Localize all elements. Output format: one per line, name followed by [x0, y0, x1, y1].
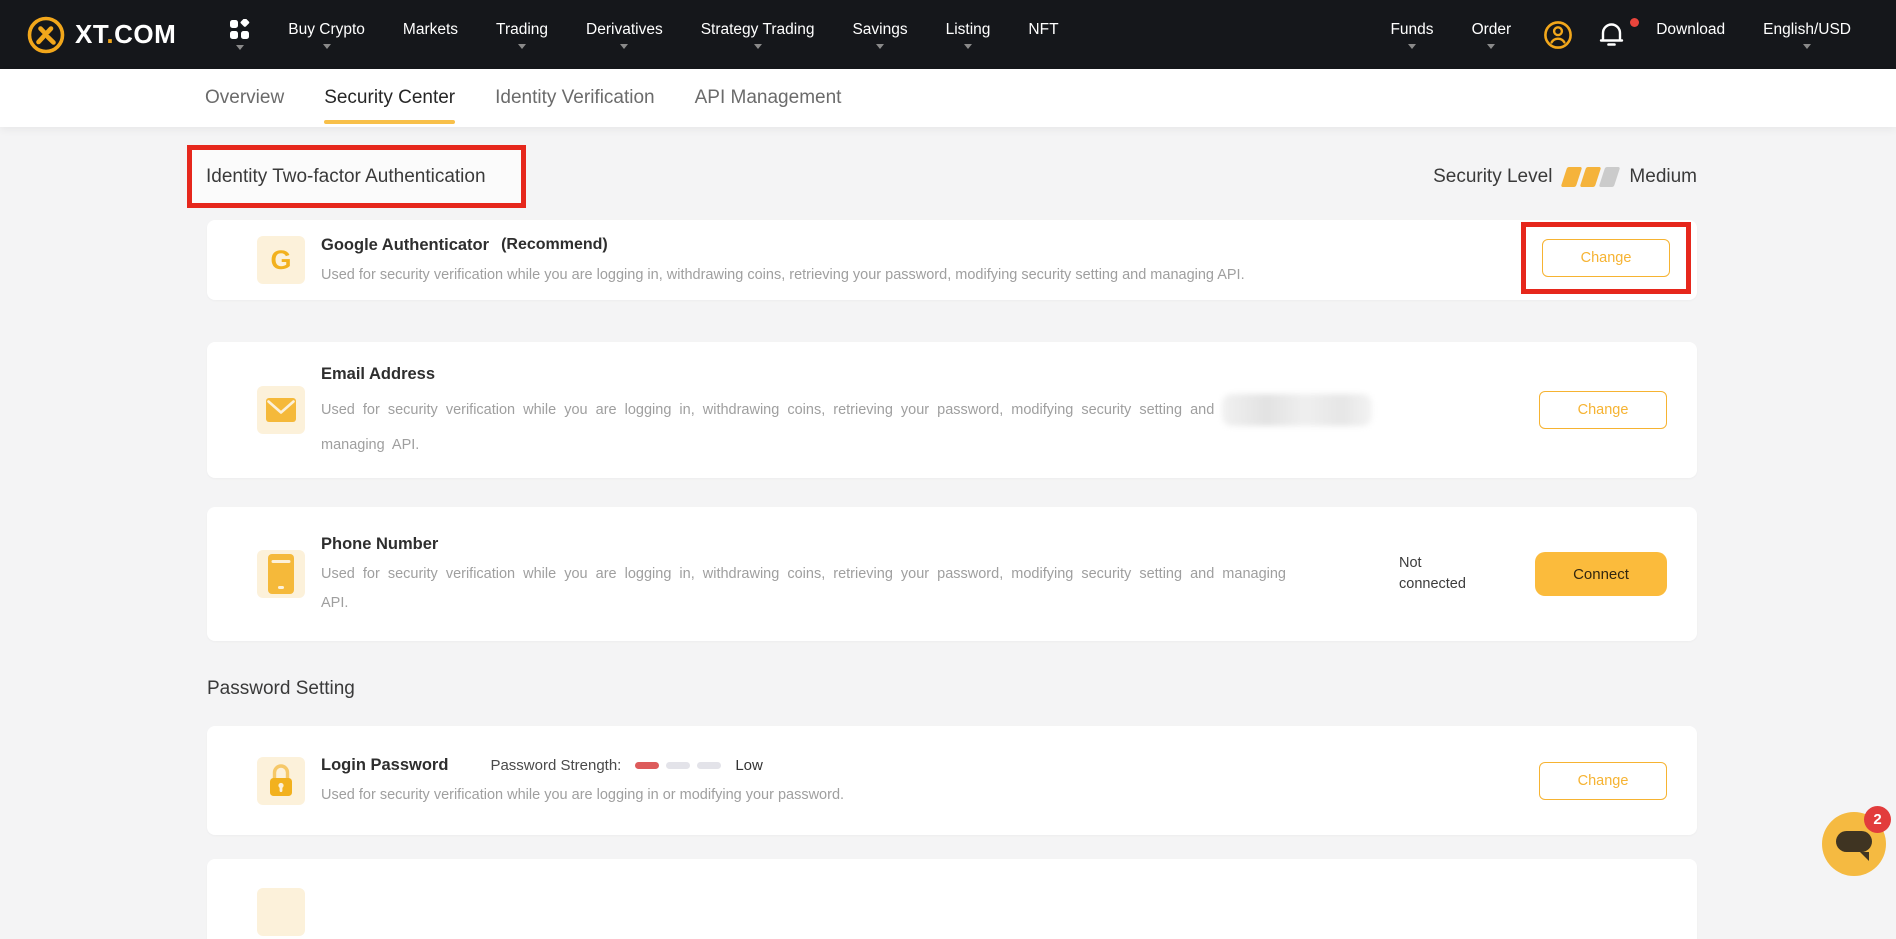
chevron-down-icon [620, 44, 628, 49]
notifications-button[interactable] [1586, 21, 1637, 48]
nav-right-group: Funds Order Download English/US [1371, 20, 1870, 50]
tab-overview[interactable]: Overview [205, 69, 284, 127]
partial-card-icon [257, 888, 305, 936]
nav-item-trading[interactable]: Trading [477, 21, 567, 49]
login-password-card: Login Password Password Strength: Low Us… [207, 726, 1697, 835]
google-authenticator-card: G Google Authenticator (Recommend) Used … [207, 220, 1697, 300]
google-authenticator-icon: G [257, 236, 305, 284]
card-desc-phone-line2: API. [321, 593, 1399, 613]
chevron-down-icon [236, 45, 244, 50]
chevron-down-icon [1408, 44, 1416, 49]
nav-item-nft[interactable]: NFT [1009, 21, 1077, 49]
nav-item-buy-crypto[interactable]: Buy Crypto [269, 21, 384, 49]
security-level-indicator: Security Level Medium [1433, 145, 1697, 208]
chevron-down-icon [1803, 44, 1811, 49]
email-address-card: Email Address Used for security verifica… [207, 342, 1697, 478]
partial-card-below [207, 859, 1697, 939]
card-title-login-password: Login Password [321, 756, 448, 775]
xt-logo[interactable]: XT.COM [26, 15, 176, 55]
card-title-google-authenticator: Google Authenticator [321, 236, 489, 255]
nav-item-markets[interactable]: Markets [384, 21, 477, 49]
support-chat-button[interactable]: 2 [1822, 812, 1886, 876]
chevron-down-icon [323, 44, 331, 49]
phone-number-card: Phone Number Used for security verificat… [207, 507, 1697, 641]
phone-icon [257, 550, 305, 598]
chevron-down-icon [754, 44, 762, 49]
blurred-email-address [1222, 394, 1372, 426]
apps-grid-menu[interactable] [210, 19, 269, 50]
card-desc-google-authenticator: Used for security verification while you… [321, 265, 1667, 285]
annotation-box-change-button: Change [1521, 222, 1691, 294]
card-desc-phone-line1: Used for security verification while you… [321, 564, 1399, 584]
bell-icon [1599, 21, 1624, 48]
apps-grid-icon [229, 19, 250, 40]
tab-api-management[interactable]: API Management [695, 69, 842, 127]
security-level-value: Medium [1629, 166, 1697, 188]
email-icon [257, 386, 305, 434]
nav-item-download[interactable]: Download [1637, 21, 1744, 49]
card-desc-login-password: Used for security verification while you… [321, 785, 1539, 805]
google-authenticator-change-button[interactable]: Change [1542, 239, 1670, 277]
password-strength-value: Low [735, 757, 763, 774]
tab-security-center[interactable]: Security Center [324, 69, 455, 127]
annotation-box-heading: Identity Two-factor Authentication [187, 145, 526, 208]
email-change-button[interactable]: Change [1539, 391, 1667, 429]
section-heading-2fa: Identity Two-factor Authentication [206, 166, 486, 188]
security-level-bars-icon [1564, 167, 1617, 187]
password-strength-label: Password Strength: [490, 757, 621, 774]
nav-item-language-currency[interactable]: English/USD [1744, 21, 1870, 49]
card-title-phone-number: Phone Number [321, 535, 1399, 554]
login-password-change-button[interactable]: Change [1539, 762, 1667, 800]
chevron-down-icon [1487, 44, 1495, 49]
nav-item-funds[interactable]: Funds [1371, 21, 1452, 49]
xt-logo-icon [26, 15, 66, 55]
chat-unread-badge: 2 [1864, 806, 1891, 833]
card-desc-email-line2: managing API. [321, 435, 1539, 455]
chevron-down-icon [876, 44, 884, 49]
brand-text: XT.COM [75, 19, 176, 50]
card-desc-email-line1: Used for security verification while you… [321, 394, 1539, 426]
card-title-email-address: Email Address [321, 365, 1539, 384]
account-button[interactable] [1530, 20, 1586, 50]
tab-identity-verification[interactable]: Identity Verification [495, 69, 654, 127]
lock-icon [257, 757, 305, 805]
nav-item-savings[interactable]: Savings [833, 21, 926, 49]
phone-status-not-connected: Not connected [1399, 553, 1489, 595]
nav-item-order[interactable]: Order [1453, 21, 1531, 49]
chevron-down-icon [964, 44, 972, 49]
account-tab-bar: Overview Security Center Identity Verifi… [0, 69, 1896, 127]
section-heading-password-setting: Password Setting [207, 678, 355, 700]
password-strength-meter [635, 762, 721, 769]
security-level-label: Security Level [1433, 166, 1552, 188]
nav-item-listing[interactable]: Listing [927, 21, 1010, 49]
chat-bubble-icon [1836, 831, 1872, 852]
nav-item-strategy-trading[interactable]: Strategy Trading [682, 21, 834, 49]
top-navigation-bar: XT.COM Buy Crypto Markets Trading Deriva… [0, 0, 1896, 69]
nav-item-derivatives[interactable]: Derivatives [567, 21, 682, 49]
chevron-down-icon [518, 44, 526, 49]
account-icon [1543, 20, 1573, 50]
phone-connect-button[interactable]: Connect [1535, 552, 1667, 596]
recommend-tag: (Recommend) [501, 236, 608, 254]
